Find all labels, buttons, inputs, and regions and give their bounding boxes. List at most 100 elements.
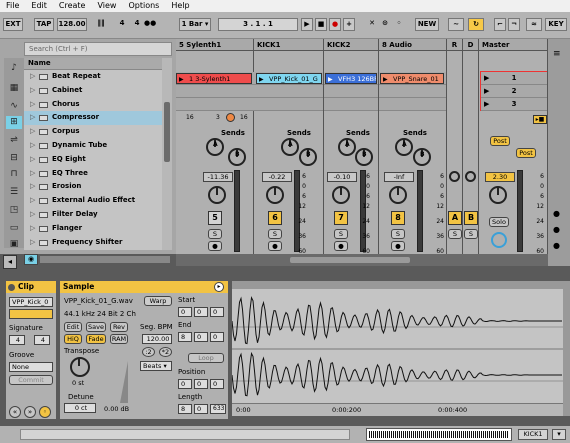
pan-knob[interactable]	[465, 171, 476, 182]
edit-button[interactable]: Edit	[64, 322, 82, 332]
pan-knob[interactable]	[389, 186, 407, 204]
end-sixteenth[interactable]: 0	[210, 332, 224, 342]
signature-denominator-field[interactable]: 4	[34, 335, 50, 345]
loop-icon[interactable]: ↻	[468, 18, 484, 31]
follow-icon[interactable]: ≈	[526, 18, 542, 31]
clip-slot[interactable]: VFH3 126BP	[324, 72, 378, 85]
solo-button[interactable]: S	[334, 229, 348, 239]
sounds-icon[interactable]: ♪	[6, 62, 22, 75]
length-beat[interactable]: 0	[194, 404, 208, 414]
clip-slot[interactable]: VPP_Snare_01	[379, 72, 446, 85]
arm-button[interactable]: ●	[334, 241, 348, 251]
track-activator[interactable]: 6	[268, 211, 282, 225]
detune-field[interactable]: 0 ct	[64, 403, 96, 413]
solo-button[interactable]: S	[464, 229, 478, 239]
tap-tempo-button[interactable]: TAP	[34, 18, 54, 31]
list-item[interactable]: ▷ Erosion	[24, 180, 162, 194]
detail-toggle-icon[interactable]: ▾	[552, 429, 566, 440]
transpose-knob[interactable]	[70, 357, 90, 377]
automation-arm-icon[interactable]: ✕	[366, 18, 378, 31]
position-beat[interactable]: 0	[194, 379, 208, 389]
arm-button[interactable]: ●	[208, 241, 222, 251]
cue-volume-knob[interactable]	[491, 232, 507, 248]
clip-slot[interactable]	[324, 98, 378, 111]
menu-view[interactable]: View	[91, 0, 122, 12]
clip-slot[interactable]: VPP_Kick_01_G	[254, 72, 323, 85]
metronome-icon[interactable]: ●●	[144, 18, 156, 31]
master-pan-knob[interactable]	[489, 186, 507, 204]
fade-button[interactable]: Fade	[86, 334, 106, 344]
ram-button[interactable]: RAM	[110, 334, 128, 344]
browser-name-header[interactable]: Name	[24, 58, 162, 70]
sends-toggle-icon[interactable]: ●	[553, 225, 560, 234]
clip-slot[interactable]	[254, 85, 323, 98]
reverse-button[interactable]: Rev	[110, 322, 128, 332]
track-activator[interactable]: 5	[208, 211, 222, 225]
clip-activator-icon[interactable]	[8, 284, 15, 291]
clip-slot[interactable]: 1 3-Sylenth1	[176, 72, 254, 85]
length-sixteenth[interactable]: 633	[210, 404, 226, 414]
browser-scroll-thumb[interactable]	[164, 102, 170, 162]
solo-button[interactable]: S	[448, 229, 462, 239]
nudge-forward-icon[interactable]: »	[24, 406, 36, 418]
track-title[interactable]: R	[447, 39, 462, 51]
volume-field[interactable]: -0.10	[327, 172, 357, 182]
list-item[interactable]: ▷ Filter Delay	[24, 208, 162, 222]
list-item[interactable]: ▷ Frequency Shifter	[24, 236, 162, 250]
return-a-activator[interactable]: A	[448, 211, 462, 225]
plugins-icon[interactable]: ⊓	[6, 168, 22, 181]
menu-file[interactable]: File	[0, 0, 25, 12]
arrangement-position[interactable]: 3 . 1 . 1	[218, 18, 298, 31]
solo-button[interactable]: S	[391, 229, 405, 239]
stop-icon[interactable]: ■	[315, 18, 327, 31]
browser-search-input[interactable]: Search (Ctrl + F)	[24, 42, 172, 56]
new-button[interactable]: NEW	[415, 18, 439, 31]
drums-icon[interactable]: ▦	[6, 82, 22, 95]
double-tempo-button[interactable]: *2	[159, 347, 172, 357]
play-icon[interactable]: ▶	[301, 18, 313, 31]
return-b-activator[interactable]: B	[464, 211, 478, 225]
session-scroll-thumb[interactable]	[290, 257, 410, 263]
list-item[interactable]: ▷ Cabinet	[24, 84, 162, 98]
signature-numerator-field[interactable]: 4	[9, 335, 25, 345]
menu-edit[interactable]: Edit	[25, 0, 53, 12]
save-button[interactable]: Save	[86, 322, 106, 332]
overview-waveform[interactable]	[366, 428, 512, 441]
post-button-a[interactable]: Post	[490, 136, 510, 146]
hiq-button[interactable]: HiQ	[64, 334, 82, 344]
volume-field[interactable]: -0.22	[262, 172, 292, 182]
clip-loop-icon[interactable]: ◦	[39, 406, 51, 418]
clip-slot[interactable]	[379, 85, 446, 98]
list-item[interactable]: ▷ Beat Repeat	[24, 70, 162, 84]
io-toggle-icon[interactable]: ●	[553, 209, 560, 218]
list-item[interactable]: ▷ Corpus	[24, 125, 162, 139]
returns-toggle-icon[interactable]: ●	[553, 241, 560, 250]
scene-launch[interactable]: ▶ 3	[481, 98, 547, 111]
scene-launch[interactable]: ▶ 1	[481, 72, 547, 85]
preview-icon[interactable]: ◉	[24, 254, 38, 265]
volume-field[interactable]: -11.36	[203, 172, 233, 182]
punch-in-icon[interactable]: ⌐	[494, 18, 506, 31]
list-item[interactable]: ▷ EQ Three	[24, 167, 162, 181]
warp-mode-selector[interactable]: Beats ▾	[140, 361, 172, 371]
seg-bpm-field[interactable]: 120.00	[142, 334, 172, 344]
punch-out-icon[interactable]: ¬	[508, 18, 520, 31]
samples-icon[interactable]: ◳	[6, 204, 22, 217]
signature-numerator[interactable]: 4	[118, 18, 126, 31]
nudge-back-icon[interactable]: «	[9, 406, 21, 418]
mixer-toggle-icon[interactable]: ≡	[553, 49, 561, 59]
midi-effects-icon[interactable]: ⇌	[6, 134, 22, 147]
tempo-field[interactable]: 128.00	[57, 18, 87, 31]
pan-knob[interactable]	[208, 186, 226, 204]
pan-knob[interactable]	[266, 186, 284, 204]
clip-slot[interactable]	[324, 85, 378, 98]
track-title[interactable]: D	[463, 39, 478, 51]
list-item[interactable]: ▷ Flanger	[24, 222, 162, 236]
end-beat[interactable]: 0	[194, 332, 208, 342]
capture-icon[interactable]: ◦	[394, 18, 404, 31]
track-title[interactable]: 8 Audio	[379, 39, 446, 51]
waveform-scrollbar[interactable]	[563, 281, 570, 416]
solo-button[interactable]: S	[268, 229, 282, 239]
stop-all-clips-icon[interactable]: ▸■	[533, 115, 547, 124]
sample-panel-title[interactable]: Sample	[60, 281, 228, 293]
